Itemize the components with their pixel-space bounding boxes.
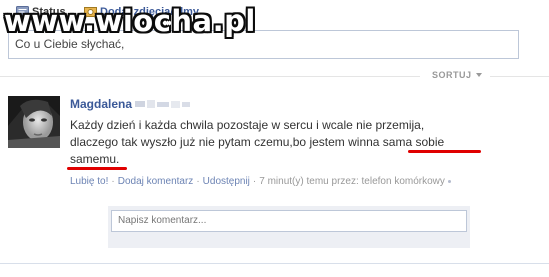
post-text-line: Każdy dzień i każda chwila pozostaje w s…	[70, 118, 425, 132]
sort-label: SORTUJ	[432, 70, 472, 80]
photo-icon	[84, 6, 97, 18]
sort-button[interactable]: SORTUJ	[432, 70, 482, 80]
composer-tabs: Status Dodaj zdjęcia/filmy	[0, 0, 549, 30]
status-icon	[16, 6, 29, 18]
post-text-line: dlaczego tak wyszło już nie pytam czemu,…	[70, 135, 445, 149]
share-link[interactable]: Udostępnij	[203, 176, 250, 187]
status-input[interactable]: Co u Ciebie słychać,	[8, 30, 519, 59]
tab-status-label: Status	[32, 6, 66, 18]
post-text-line: samemu.	[70, 152, 120, 166]
tab-add-photos-label: Dodaj zdjęcia/filmy	[100, 6, 200, 18]
chevron-down-icon	[475, 73, 482, 77]
post-author-link[interactable]: Magdalena	[70, 97, 132, 111]
comment-input[interactable]: Napisz komentarz...	[111, 210, 467, 232]
mobile-icon	[447, 179, 451, 183]
red-underline-1	[408, 150, 481, 153]
feed-divider	[0, 76, 420, 77]
post-bottom-divider	[0, 263, 549, 264]
post-time[interactable]: 7 minut(y) temu przez: telefon komórkowy	[259, 176, 445, 187]
comment-link[interactable]: Dodaj komentarz	[118, 176, 194, 187]
tab-status[interactable]: Status	[16, 4, 66, 20]
redacted-surname	[133, 98, 193, 110]
tab-add-photos[interactable]: Dodaj zdjęcia/filmy	[84, 4, 199, 20]
post-actions: Lubię to! · Dodaj komentarz · Udostępnij · 7 m…	[70, 174, 490, 190]
feed-divider-right	[490, 76, 549, 77]
like-link[interactable]: Lubię to!	[70, 176, 108, 187]
post-text: Każdy dzień i każda chwila pozostaje w s…	[70, 117, 490, 168]
avatar[interactable]	[8, 96, 60, 148]
red-underline-2	[67, 167, 127, 170]
